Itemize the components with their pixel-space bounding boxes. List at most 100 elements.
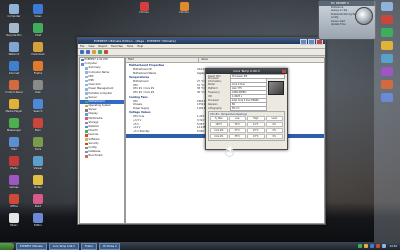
pc-probe-widget[interactable]: PC PROBE II Preference Always on Top Enabl…: [318, 0, 376, 40]
desktop-icon[interactable]: Mail: [3, 137, 25, 151]
desktop-icon[interactable]: Recycle Bin: [3, 23, 25, 37]
dialog-titlebar[interactable]: Core Temp 0.99.3: [206, 69, 287, 74]
menu-item[interactable]: File: [80, 45, 84, 48]
desktop-icon[interactable]: Search: [27, 99, 49, 113]
dock-app-icon[interactable]: [381, 15, 393, 24]
temp-table-header: Load: [265, 116, 283, 121]
dock-app-icon[interactable]: [381, 2, 393, 11]
dialog-title: Core Temp 0.99.3: [233, 69, 260, 73]
desktop-icon[interactable]: Video: [27, 4, 49, 18]
taskbar-button[interactable]: PC Probe II: [99, 242, 121, 250]
tray-app-icon[interactable]: [363, 244, 368, 248]
desktop-icon-glyph-icon: [33, 99, 43, 109]
temp-table-cell: 0%: [265, 122, 283, 127]
tree-item[interactable]: Benchmark: [80, 154, 124, 158]
desktop-icon[interactable]: Editor: [27, 213, 49, 227]
refresh-icon[interactable]: [98, 50, 102, 54]
report-icon[interactable]: [104, 50, 108, 54]
tree-item-icon: [85, 117, 88, 120]
dialog-field-label: Processor: [208, 98, 220, 102]
widget-orb-icon[interactable]: [355, 7, 373, 25]
desktop-icon[interactable]: Firefox: [27, 61, 49, 75]
everest-window[interactable]: EVEREST Ultimate Edition - [Page - EVERE…: [77, 37, 326, 225]
temp-table-header: High: [247, 116, 265, 121]
core-temp-dialog[interactable]: Core Temp 0.99.3 Select CPU Processor #0 P…: [205, 68, 288, 150]
start-button[interactable]: [0, 242, 14, 250]
desktop-icon[interactable]: Control Panel: [3, 80, 25, 94]
up-icon[interactable]: [92, 50, 96, 54]
desktop-icon-glyph-icon: [9, 156, 19, 166]
temp-table-cell: Core #0: [210, 128, 228, 133]
desktop-icon-glyph-icon: [9, 80, 19, 90]
desktop-icon-label: Games: [9, 186, 19, 189]
top-desktop-icon[interactable]: Chrome: [176, 2, 192, 14]
forward-icon[interactable]: [86, 50, 90, 54]
desktop-icon-label: Media Player: [5, 110, 23, 113]
tray-app-icon[interactable]: [381, 244, 386, 248]
menu-item[interactable]: Report: [99, 45, 108, 48]
desktop-icon[interactable]: Download: [27, 42, 49, 56]
desktop-icon-glyph-icon: [9, 23, 19, 33]
desktop-icon-glyph-icon: [9, 118, 19, 128]
tray-app-icon[interactable]: [369, 244, 374, 248]
taskbar-button[interactable]: Core Temp 0.99.3: [48, 242, 79, 250]
desktop-icon-label: Internet: [8, 72, 20, 75]
dock-app-icon[interactable]: [381, 54, 393, 63]
top-desktop-icon-label: Chrome: [179, 11, 189, 14]
top-desktop-icon[interactable]: Chrome: [136, 2, 152, 14]
desktop-icon-label: Messenger: [6, 129, 22, 132]
tray-app-icon[interactable]: [375, 244, 380, 248]
taskbar-button[interactable]: Firefox: [80, 242, 98, 250]
desktop-icon[interactable]: Burn: [27, 118, 49, 132]
tree-item-icon: [85, 134, 88, 137]
dock-app-icon[interactable]: [381, 28, 393, 37]
dialog-field-label: Lithography: [208, 106, 222, 110]
clock[interactable]: 14:52: [388, 245, 397, 248]
desktop-icon-label: Mail: [11, 148, 17, 151]
tree-item-label: Benchmark: [88, 154, 103, 158]
desktop-icon[interactable]: Messenger: [3, 118, 25, 132]
desktop-icon-label: Tools: [34, 148, 42, 151]
desktop-icon[interactable]: Internet: [3, 61, 25, 75]
desktop-icon[interactable]: Viewer: [27, 156, 49, 170]
temp-table-header: Tj. Max: [210, 116, 228, 121]
temp-table-cell: Core #1: [210, 134, 228, 139]
menu-item[interactable]: Favorites: [111, 45, 123, 48]
menu-item[interactable]: Help: [137, 45, 143, 48]
dock-app-icon[interactable]: [381, 67, 393, 76]
tree-item-icon: [85, 125, 88, 129]
navigation-tree[interactable]: EVEREST 4.00.976 Computer Summary Computer …: [79, 57, 125, 224]
desktop-icon[interactable]: Network: [3, 42, 25, 56]
minimize-button[interactable]: [300, 39, 307, 45]
column-header-field[interactable]: Field: [126, 58, 199, 62]
desktop-icon[interactable]: Chat: [27, 23, 49, 37]
desktop-icon[interactable]: Computer: [3, 4, 25, 18]
maximize-button[interactable]: [308, 39, 315, 45]
desktop-icon[interactable]: Paint: [27, 194, 49, 208]
tree-item-icon: [85, 142, 88, 146]
dock-app-icon[interactable]: [381, 93, 393, 102]
desktop-icon[interactable]: Notes: [27, 175, 49, 189]
desktop-icon[interactable]: Tools: [27, 137, 49, 151]
back-icon[interactable]: [80, 50, 84, 54]
desktop-icon[interactable]: Games: [3, 175, 25, 189]
desktop-icon[interactable]: Photo: [3, 156, 25, 170]
dock-app-icon[interactable]: [381, 41, 393, 50]
menu-item[interactable]: Tools: [127, 45, 133, 48]
desktop-icon[interactable]: Office: [3, 194, 25, 208]
window-titlebar[interactable]: EVEREST Ultimate Edition - [Page - EVERE…: [78, 38, 325, 45]
dialog-close-button[interactable]: [282, 69, 286, 73]
column-header-value[interactable]: Value: [199, 58, 208, 62]
desktop-icon[interactable]: Media Player: [3, 99, 25, 113]
tree-item-icon: [85, 92, 88, 95]
desktop-icon-label: Music: [10, 224, 18, 227]
desktop-icon-glyph-icon: [9, 137, 19, 147]
menu-item[interactable]: View: [88, 45, 94, 48]
taskbar-button[interactable]: EVEREST Ultimate: [16, 242, 47, 250]
row-field: CPU #1 / Core #2: [133, 90, 155, 94]
desktop-icon[interactable]: Disk: [27, 80, 49, 94]
desktop-icon[interactable]: Music: [3, 213, 25, 227]
tree-item-icon: [85, 79, 88, 83]
dock-app-icon[interactable]: [381, 80, 393, 89]
tray-app-icon[interactable]: [357, 244, 362, 248]
